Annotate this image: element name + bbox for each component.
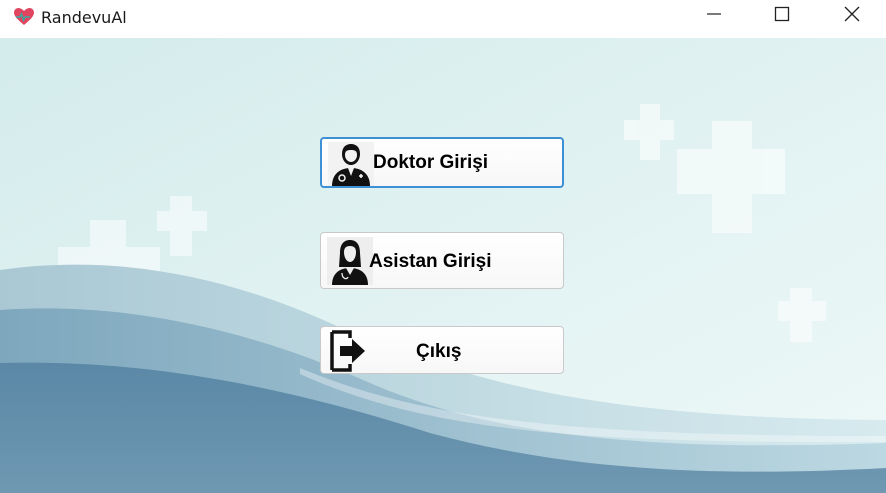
close-button[interactable] [818,0,886,32]
asistan-login-label: Asistan Girişi [369,251,492,272]
close-icon [844,6,860,27]
heart-icon [13,7,35,27]
app-window: RandevuAl Doktor Girişi Asistan Girişi Ç… [0,0,886,493]
exit-icon [330,330,370,372]
client-area: Doktor Girişi Asistan Girişi Çıkış [0,38,886,493]
doktor-login-button[interactable]: Doktor Girişi [320,137,564,188]
title-bar[interactable]: RandevuAl [0,0,886,38]
doktor-login-label: Doktor Girişi [373,152,489,173]
minimize-button[interactable] [680,0,748,32]
asistan-login-button[interactable]: Asistan Girişi [320,232,564,289]
exit-button[interactable]: Çıkış [320,326,564,374]
exit-label: Çıkış [416,341,462,362]
nurse-icon [327,237,373,285]
maximize-icon [774,6,790,27]
maximize-button[interactable] [748,0,816,32]
doctor-icon [328,142,374,186]
window-title: RandevuAl [41,8,127,27]
minimize-icon [706,6,722,27]
